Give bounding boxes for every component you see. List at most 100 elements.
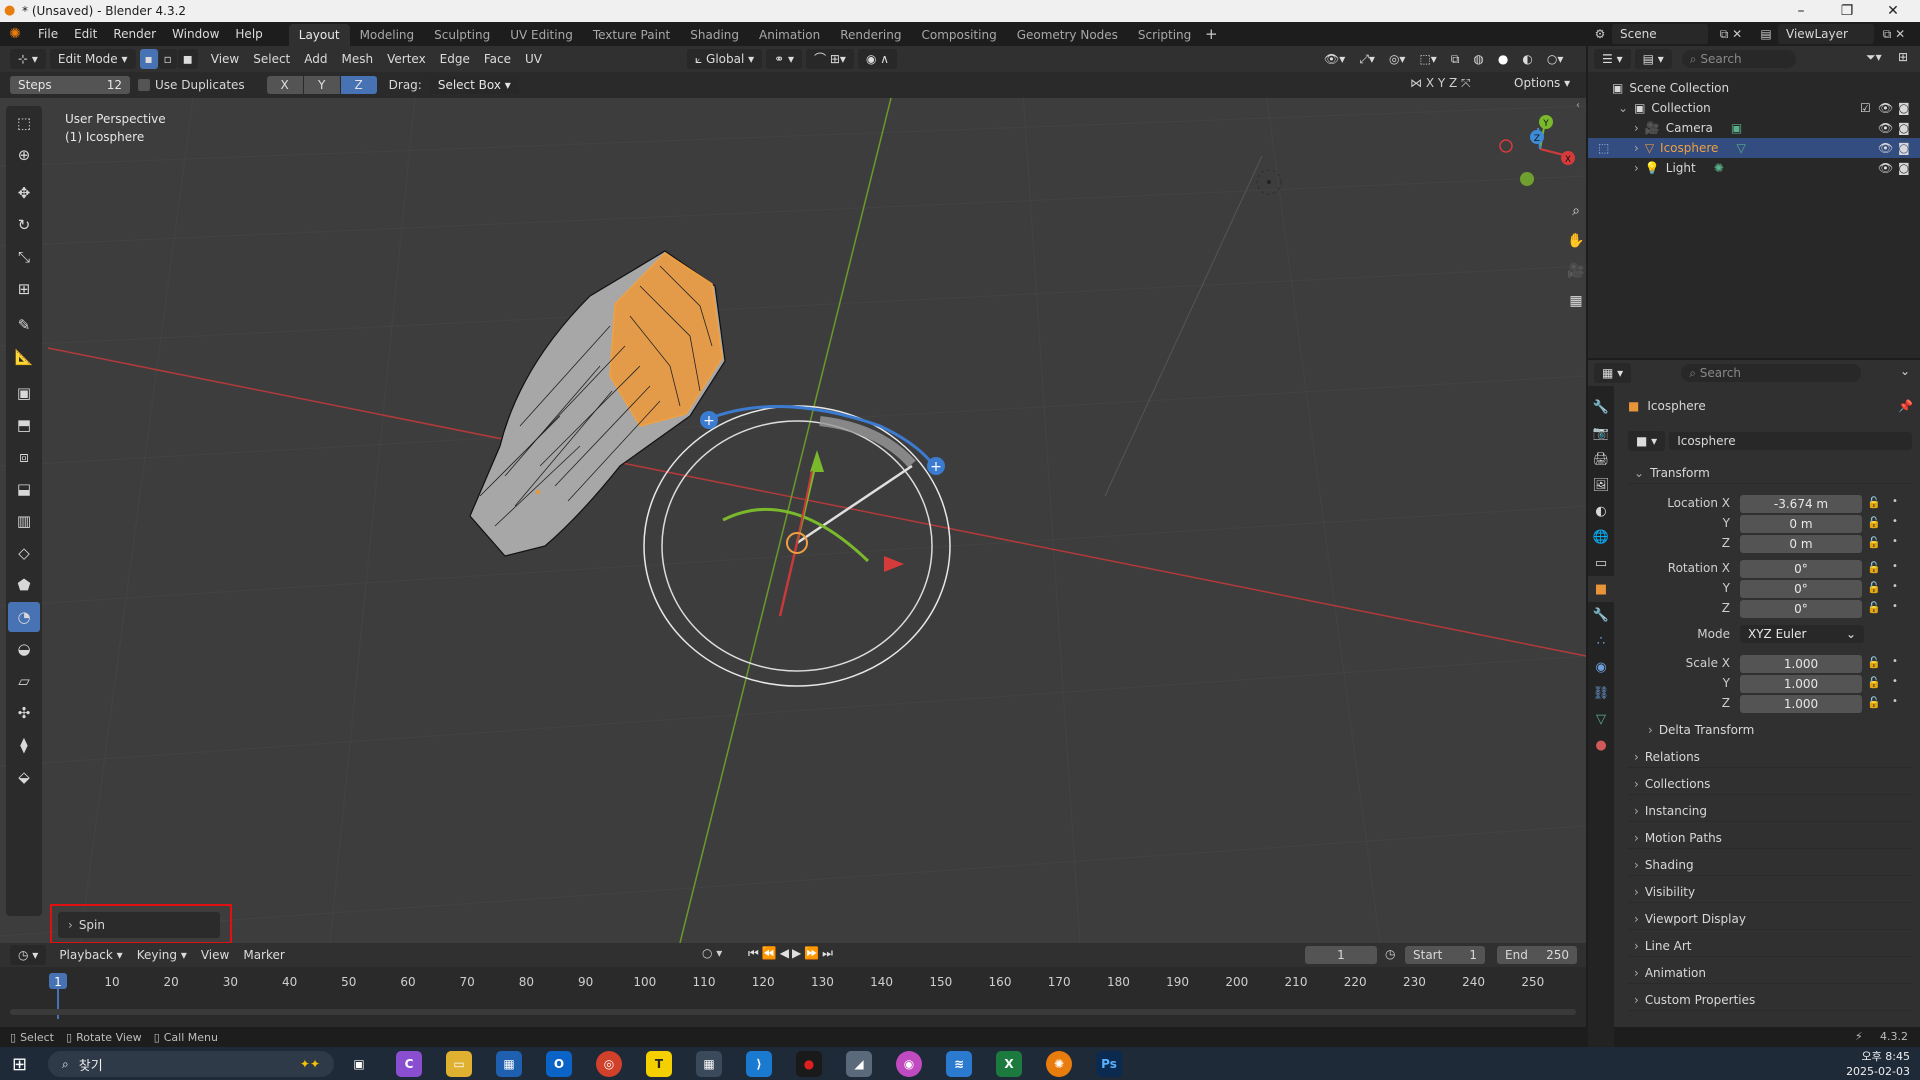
scale-x-field[interactable]: 1.000: [1740, 655, 1862, 673]
axis-z-button[interactable]: Z: [340, 76, 377, 94]
section-instancing[interactable]: › Instancing: [1628, 800, 1912, 822]
outlook-icon[interactable]: O: [546, 1051, 572, 1077]
pan-hand-icon[interactable]: ✋: [1563, 228, 1586, 254]
properties-editor-type-icon[interactable]: ▦ ▾: [1594, 363, 1632, 383]
render-tab-icon[interactable]: 📷: [1588, 420, 1614, 446]
visibility-icon[interactable]: 👁▾: [1317, 49, 1352, 69]
rotation-y-field[interactable]: 0°: [1740, 580, 1862, 598]
icosphere-render-icon[interactable]: ◙: [1898, 141, 1910, 155]
particles-tab-icon[interactable]: ∴: [1588, 628, 1614, 654]
menu-render[interactable]: Render: [105, 22, 164, 46]
knife-tool-icon[interactable]: ◇: [8, 538, 40, 568]
section-visibility[interactable]: › Visibility: [1628, 881, 1912, 903]
blender-taskbar-icon[interactable]: ✺: [1046, 1051, 1072, 1077]
shear-tool-icon[interactable]: ⧫: [8, 730, 40, 760]
keyframe-dot-icon[interactable]: •: [1892, 601, 1898, 612]
pivot-icon[interactable]: ⚭ ▾: [766, 49, 803, 69]
display-mode-icon[interactable]: ▤ ▾: [1634, 49, 1672, 69]
add-cube-tool-icon[interactable]: ▣: [8, 378, 40, 408]
menu-vertex[interactable]: Vertex: [380, 49, 433, 69]
section-motion-paths[interactable]: › Motion Paths: [1628, 827, 1912, 849]
menu-face[interactable]: Face: [477, 49, 518, 69]
menu-keying[interactable]: Keying ▾: [130, 945, 194, 965]
poly-build-tool-icon[interactable]: ⬟: [8, 570, 40, 600]
keyframe-dot-icon[interactable]: •: [1892, 696, 1898, 707]
menu-edit[interactable]: Edit: [66, 22, 105, 46]
notes-app-icon[interactable]: ◢: [846, 1051, 872, 1077]
lock-icon[interactable]: 🔓: [1867, 676, 1881, 689]
collection-visibility-icon[interactable]: 👁: [1878, 101, 1893, 115]
scale-z-field[interactable]: 1.000: [1740, 695, 1862, 713]
scene-actions-icon[interactable]: ⧉ ✕: [1708, 27, 1754, 42]
view-layer-selector[interactable]: ViewLayer: [1778, 24, 1874, 44]
move-tool-icon[interactable]: ✥: [8, 178, 40, 208]
lock-icon[interactable]: 🔓: [1867, 561, 1881, 574]
store-icon[interactable]: ▦: [496, 1051, 522, 1077]
smooth-tool-icon[interactable]: ◒: [8, 634, 40, 664]
options-button[interactable]: Options ▾: [1514, 76, 1570, 90]
ortho-toggle-icon[interactable]: ▦: [1563, 288, 1586, 314]
location-x-field[interactable]: -3.674 m: [1740, 495, 1862, 513]
scale-tool-icon[interactable]: ⤡: [8, 242, 40, 272]
camera-render-icon[interactable]: ◙: [1898, 121, 1910, 135]
section-animation[interactable]: › Animation: [1628, 962, 1912, 984]
section-line-art[interactable]: › Line Art: [1628, 935, 1912, 957]
blender-menu-icon[interactable]: ✺: [0, 26, 30, 42]
browser-app-icon[interactable]: ◉: [896, 1051, 922, 1077]
gizmo-toggle-icon[interactable]: ⤢▾: [1352, 49, 1382, 69]
minimize-icon[interactable]: –: [1778, 0, 1824, 22]
section-viewport-display[interactable]: › Viewport Display: [1628, 908, 1912, 930]
light-render-icon[interactable]: ◙: [1898, 161, 1910, 175]
new-collection-icon[interactable]: ⊞: [1898, 50, 1908, 64]
chevron-down-icon[interactable]: ⌄: [1900, 364, 1910, 378]
lock-icon[interactable]: 🔓: [1867, 496, 1881, 509]
face-select-button[interactable]: ◼: [177, 49, 198, 69]
lock-icon[interactable]: 🔓: [1867, 581, 1881, 594]
3d-viewport[interactable]: + + Y X Z ⊹ ▾ Edit Mode ▾ ▪ ▫ ◼ View Sel…: [0, 46, 1586, 943]
mirror-axes-icon[interactable]: ⋈ X Y Z ⤧: [1410, 76, 1471, 91]
tab-geometry-nodes[interactable]: Geometry Nodes: [1007, 24, 1128, 46]
close-icon[interactable]: ✕: [1870, 0, 1916, 22]
inset-tool-icon[interactable]: ⧈: [8, 442, 40, 472]
add-workspace-icon[interactable]: +: [1201, 25, 1221, 43]
scale-y-field[interactable]: 1.000: [1740, 675, 1862, 693]
menu-marker[interactable]: Marker: [236, 945, 291, 965]
view-layer-tab-icon[interactable]: 🖼: [1588, 472, 1614, 498]
world-tab-icon[interactable]: 🌐: [1588, 524, 1614, 550]
shrink-fatten-tool-icon[interactable]: ✣: [8, 698, 40, 728]
solid-shading-icon[interactable]: ●: [1491, 49, 1515, 69]
extrude-tool-icon[interactable]: ⬒: [8, 410, 40, 440]
edge-slide-tool-icon[interactable]: ▱: [8, 666, 40, 696]
outliner-item-light[interactable]: › 💡 Light ✺ 👁 ◙: [1588, 158, 1920, 178]
keyframe-dot-icon[interactable]: •: [1892, 536, 1898, 547]
object-browse-icon[interactable]: ■ ▾: [1628, 431, 1666, 451]
maximize-icon[interactable]: ❐: [1824, 0, 1870, 22]
timeline-scrollbar[interactable]: [10, 1009, 1576, 1015]
menu-playback[interactable]: Playback ▾: [52, 945, 129, 965]
spin-tool-icon[interactable]: ◔: [8, 602, 40, 632]
menu-file[interactable]: File: [30, 22, 66, 46]
measure-tool-icon[interactable]: 📐: [8, 342, 40, 372]
preview-range-icon[interactable]: ◷: [1385, 947, 1395, 961]
collection-tab-icon[interactable]: ▭: [1588, 550, 1614, 576]
taskbar-clock[interactable]: 오후 8:45 2025-02-03: [1820, 1049, 1910, 1079]
viewport-scene[interactable]: + + Y X Z: [0, 46, 1586, 943]
cursor-tool-icon[interactable]: ⊕: [8, 140, 40, 170]
tab-shading[interactable]: Shading: [680, 24, 749, 46]
menu-select[interactable]: Select: [246, 49, 297, 69]
menu-add[interactable]: Add: [297, 49, 334, 69]
object-name-field[interactable]: Icosphere: [1669, 432, 1912, 450]
sticky-app-icon[interactable]: ≋: [946, 1051, 972, 1077]
menu-edge[interactable]: Edge: [433, 49, 477, 69]
scene-icon[interactable]: ⚙: [1588, 27, 1612, 41]
lock-icon[interactable]: 🔓: [1867, 696, 1881, 709]
copilot-icon[interactable]: C: [396, 1051, 422, 1077]
timeline-editor-type-icon[interactable]: ◷ ▾: [10, 945, 47, 965]
menu-view[interactable]: View: [204, 49, 246, 69]
mesh-object[interactable]: [469, 250, 726, 557]
orientation-selector[interactable]: ⟀ Global ▾: [687, 49, 763, 69]
steps-field[interactable]: Steps 12: [10, 76, 130, 94]
edge-select-button[interactable]: ▫: [158, 49, 177, 69]
lock-icon[interactable]: 🔓: [1867, 601, 1881, 614]
transform-panel-header[interactable]: ⌄ Transform: [1628, 462, 1912, 484]
